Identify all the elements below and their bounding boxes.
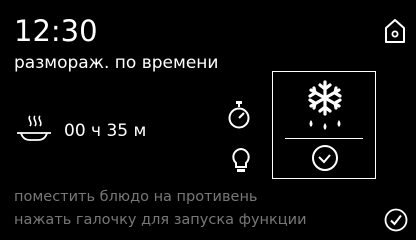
duration-value[interactable]: 00 ч 35 м [64, 120, 146, 142]
program-mode-title: размораж. по времени [14, 53, 219, 73]
checkmark-icon[interactable] [384, 208, 408, 232]
dish-steam-icon [17, 115, 51, 141]
stopwatch-icon[interactable] [227, 100, 251, 130]
panel-divider [285, 138, 363, 139]
home-icon[interactable] [384, 18, 406, 44]
clock-icon [312, 145, 338, 171]
snowflake-drops-icon [308, 80, 342, 130]
clock-time: 12:30 [14, 14, 98, 48]
defrost-mode-panel[interactable] [272, 71, 376, 179]
hint-line-1: поместить блюдо на противень [14, 189, 258, 205]
probe-icon[interactable] [231, 147, 251, 175]
hint-line-2: нажать галочку для запуска функции [14, 212, 307, 228]
